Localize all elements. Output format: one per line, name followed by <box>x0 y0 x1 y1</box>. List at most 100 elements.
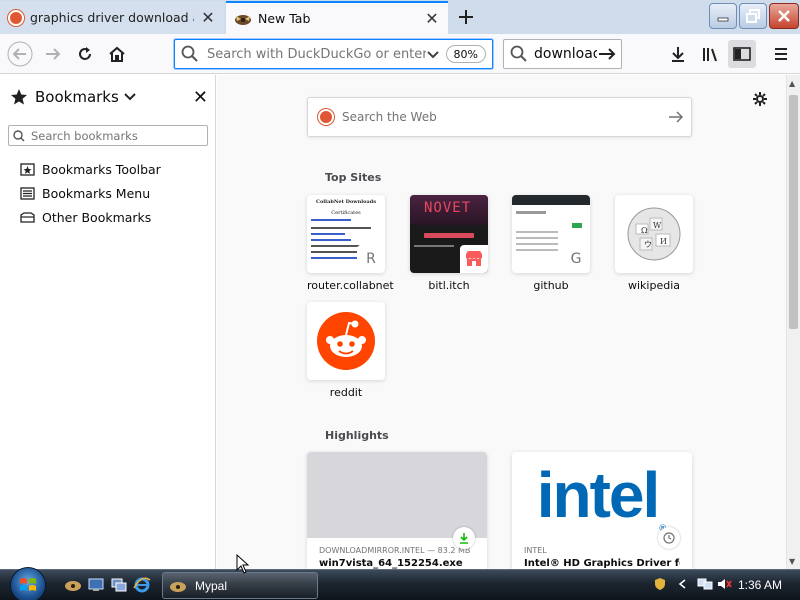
top-site-router-collabnet[interactable]: CollabNet Downloads Certificates R route… <box>307 195 394 292</box>
top-site-github[interactable]: G github <box>512 195 590 292</box>
taskbar-item-label: Mypal <box>195 578 228 593</box>
sidebar-item-bookmarks-toolbar[interactable]: Bookmarks Toolbar <box>20 157 210 181</box>
menu-icon <box>20 186 35 200</box>
thumbnail-button <box>424 233 474 238</box>
close-window-button[interactable] <box>769 3 799 29</box>
taskbar-clock[interactable]: 1:36 AM <box>738 578 782 592</box>
thumbnail-text-line <box>311 227 371 229</box>
scrollbar-thumb[interactable] <box>789 95 798 329</box>
search-bar-value[interactable]: download <box>534 46 597 62</box>
chevron-left-icon[interactable] <box>674 576 690 592</box>
sidebar-item-other-bookmarks[interactable]: Other Bookmarks <box>20 205 210 229</box>
site-letter-badge: G <box>562 245 590 273</box>
highlight-source: INTEL <box>524 546 547 555</box>
thumbnail-link-line <box>311 239 351 241</box>
home-icon <box>109 46 125 62</box>
new-tab-button[interactable] <box>452 4 480 30</box>
star-icon <box>11 89 27 105</box>
minimize-icon <box>717 17 729 22</box>
intel-logo: intel ® <box>512 452 692 538</box>
highlight-card-download[interactable]: DOWNLOADMIRROR.INTEL — 83.2 MB win7vista… <box>307 452 487 569</box>
reddit-icon <box>317 312 375 370</box>
volume-muted-icon[interactable] <box>716 576 732 592</box>
top-site-wikipedia[interactable]: Ω W И ウ wikipedia <box>615 195 693 292</box>
bookmarks-search-input[interactable] <box>31 128 201 143</box>
tab-strip: graphics driver download at Du ✕ New Tab… <box>0 0 800 34</box>
taskbar: Mypal 1:36 AM <box>0 567 800 600</box>
restore-icon <box>746 9 760 23</box>
security-shield-icon[interactable] <box>652 576 668 592</box>
new-tab-page: Search the Web Top Sites CollabNet Downl… <box>217 75 786 569</box>
back-arrow-icon <box>7 41 33 67</box>
tab-title: New Tab <box>258 11 311 26</box>
nav-toolbar: 80% download <box>0 34 800 74</box>
home-button[interactable] <box>103 40 131 68</box>
library-button[interactable] <box>696 40 724 68</box>
search-bar[interactable]: download <box>503 39 622 69</box>
clock-icon <box>658 527 680 549</box>
reload-button[interactable] <box>71 40 99 68</box>
url-input[interactable] <box>207 46 426 62</box>
download-icon <box>453 527 475 549</box>
thumbnail-text-line <box>516 243 558 245</box>
tab-new-tab[interactable]: New Tab ✕ <box>226 1 448 34</box>
downloads-button[interactable] <box>664 40 692 68</box>
thumbnail-text-line <box>516 237 558 239</box>
highlights-heading: Highlights <box>325 429 389 442</box>
url-bar[interactable]: 80% <box>174 39 493 69</box>
gear-icon[interactable] <box>752 91 768 107</box>
folder-icon <box>20 211 35 223</box>
search-submit-button[interactable] <box>661 110 691 124</box>
arrow-right-icon <box>669 111 684 123</box>
library-icon <box>703 48 717 62</box>
sidebar-item-bookmarks-menu[interactable]: Bookmarks Menu <box>20 181 210 205</box>
vertical-scrollbar[interactable]: ▲ ▼ <box>786 75 800 569</box>
sidebar-toggle-button[interactable] <box>728 40 756 68</box>
bookmarks-search-field[interactable] <box>8 125 208 146</box>
taskbar-item-mypal[interactable]: Mypal <box>162 572 318 599</box>
highlight-card-intel[interactable]: intel ® INTEL Intel® HD Graphics Driver … <box>512 452 692 569</box>
web-search-box[interactable]: Search the Web <box>307 97 692 137</box>
svg-text:Ω: Ω <box>641 226 648 235</box>
toolbar-icon <box>20 162 35 176</box>
reload-icon <box>79 47 91 60</box>
chevron-down-icon[interactable] <box>123 90 137 104</box>
switch-windows-icon[interactable] <box>110 576 128 594</box>
network-icon[interactable] <box>697 576 713 592</box>
forward-button[interactable] <box>39 40 67 68</box>
menu-button[interactable] <box>767 40 795 68</box>
minimize-button[interactable] <box>709 3 737 29</box>
go-arrow-icon[interactable] <box>597 45 617 63</box>
zoom-level-badge[interactable]: 80% <box>445 45 486 63</box>
top-site-reddit[interactable]: reddit <box>307 302 385 399</box>
chevron-down-icon[interactable] <box>426 47 440 61</box>
plus-icon <box>459 10 473 24</box>
scroll-up-arrow-icon[interactable]: ▲ <box>789 79 795 88</box>
show-desktop-icon[interactable] <box>87 576 105 594</box>
thumbnail-banner-text: NOVET <box>424 200 472 216</box>
top-site-bitl-itch[interactable]: NOVET bitl.itch <box>410 195 488 292</box>
internet-explorer-icon[interactable] <box>133 576 151 594</box>
restore-button[interactable] <box>739 3 767 29</box>
sidebar-item-label: Bookmarks Toolbar <box>42 161 161 177</box>
thumbnail-link-line <box>311 257 357 259</box>
bookmarks-list: Bookmarks Toolbar Bookmarks Menu Other B… <box>20 157 210 229</box>
site-label: bitl.itch <box>428 279 470 292</box>
quicklaunch-mypal-icon[interactable] <box>64 576 82 594</box>
scroll-down-arrow-icon[interactable]: ▼ <box>789 557 795 566</box>
close-tab-icon[interactable]: ✕ <box>200 8 216 27</box>
mouse-cursor-icon <box>236 554 250 574</box>
thumbnail-heading: CollabNet Downloads <box>315 199 377 205</box>
duckduckgo-icon <box>318 109 334 125</box>
close-tab-icon[interactable]: ✕ <box>424 9 440 28</box>
thumbnail-text-line <box>311 245 361 247</box>
search-icon <box>510 45 527 62</box>
sidebar-header[interactable]: Bookmarks ✕ <box>10 85 210 109</box>
start-button[interactable] <box>10 567 46 600</box>
close-sidebar-icon[interactable]: ✕ <box>193 87 208 108</box>
sidebar-title[interactable]: Bookmarks <box>35 88 119 106</box>
site-thumbnail: CollabNet Downloads Certificates R <box>307 195 385 273</box>
highlight-title: win7vista_64_152254.exe <box>319 558 463 569</box>
tab-graphics-driver[interactable]: graphics driver download at Du ✕ <box>0 1 224 34</box>
back-button[interactable] <box>6 40 34 68</box>
